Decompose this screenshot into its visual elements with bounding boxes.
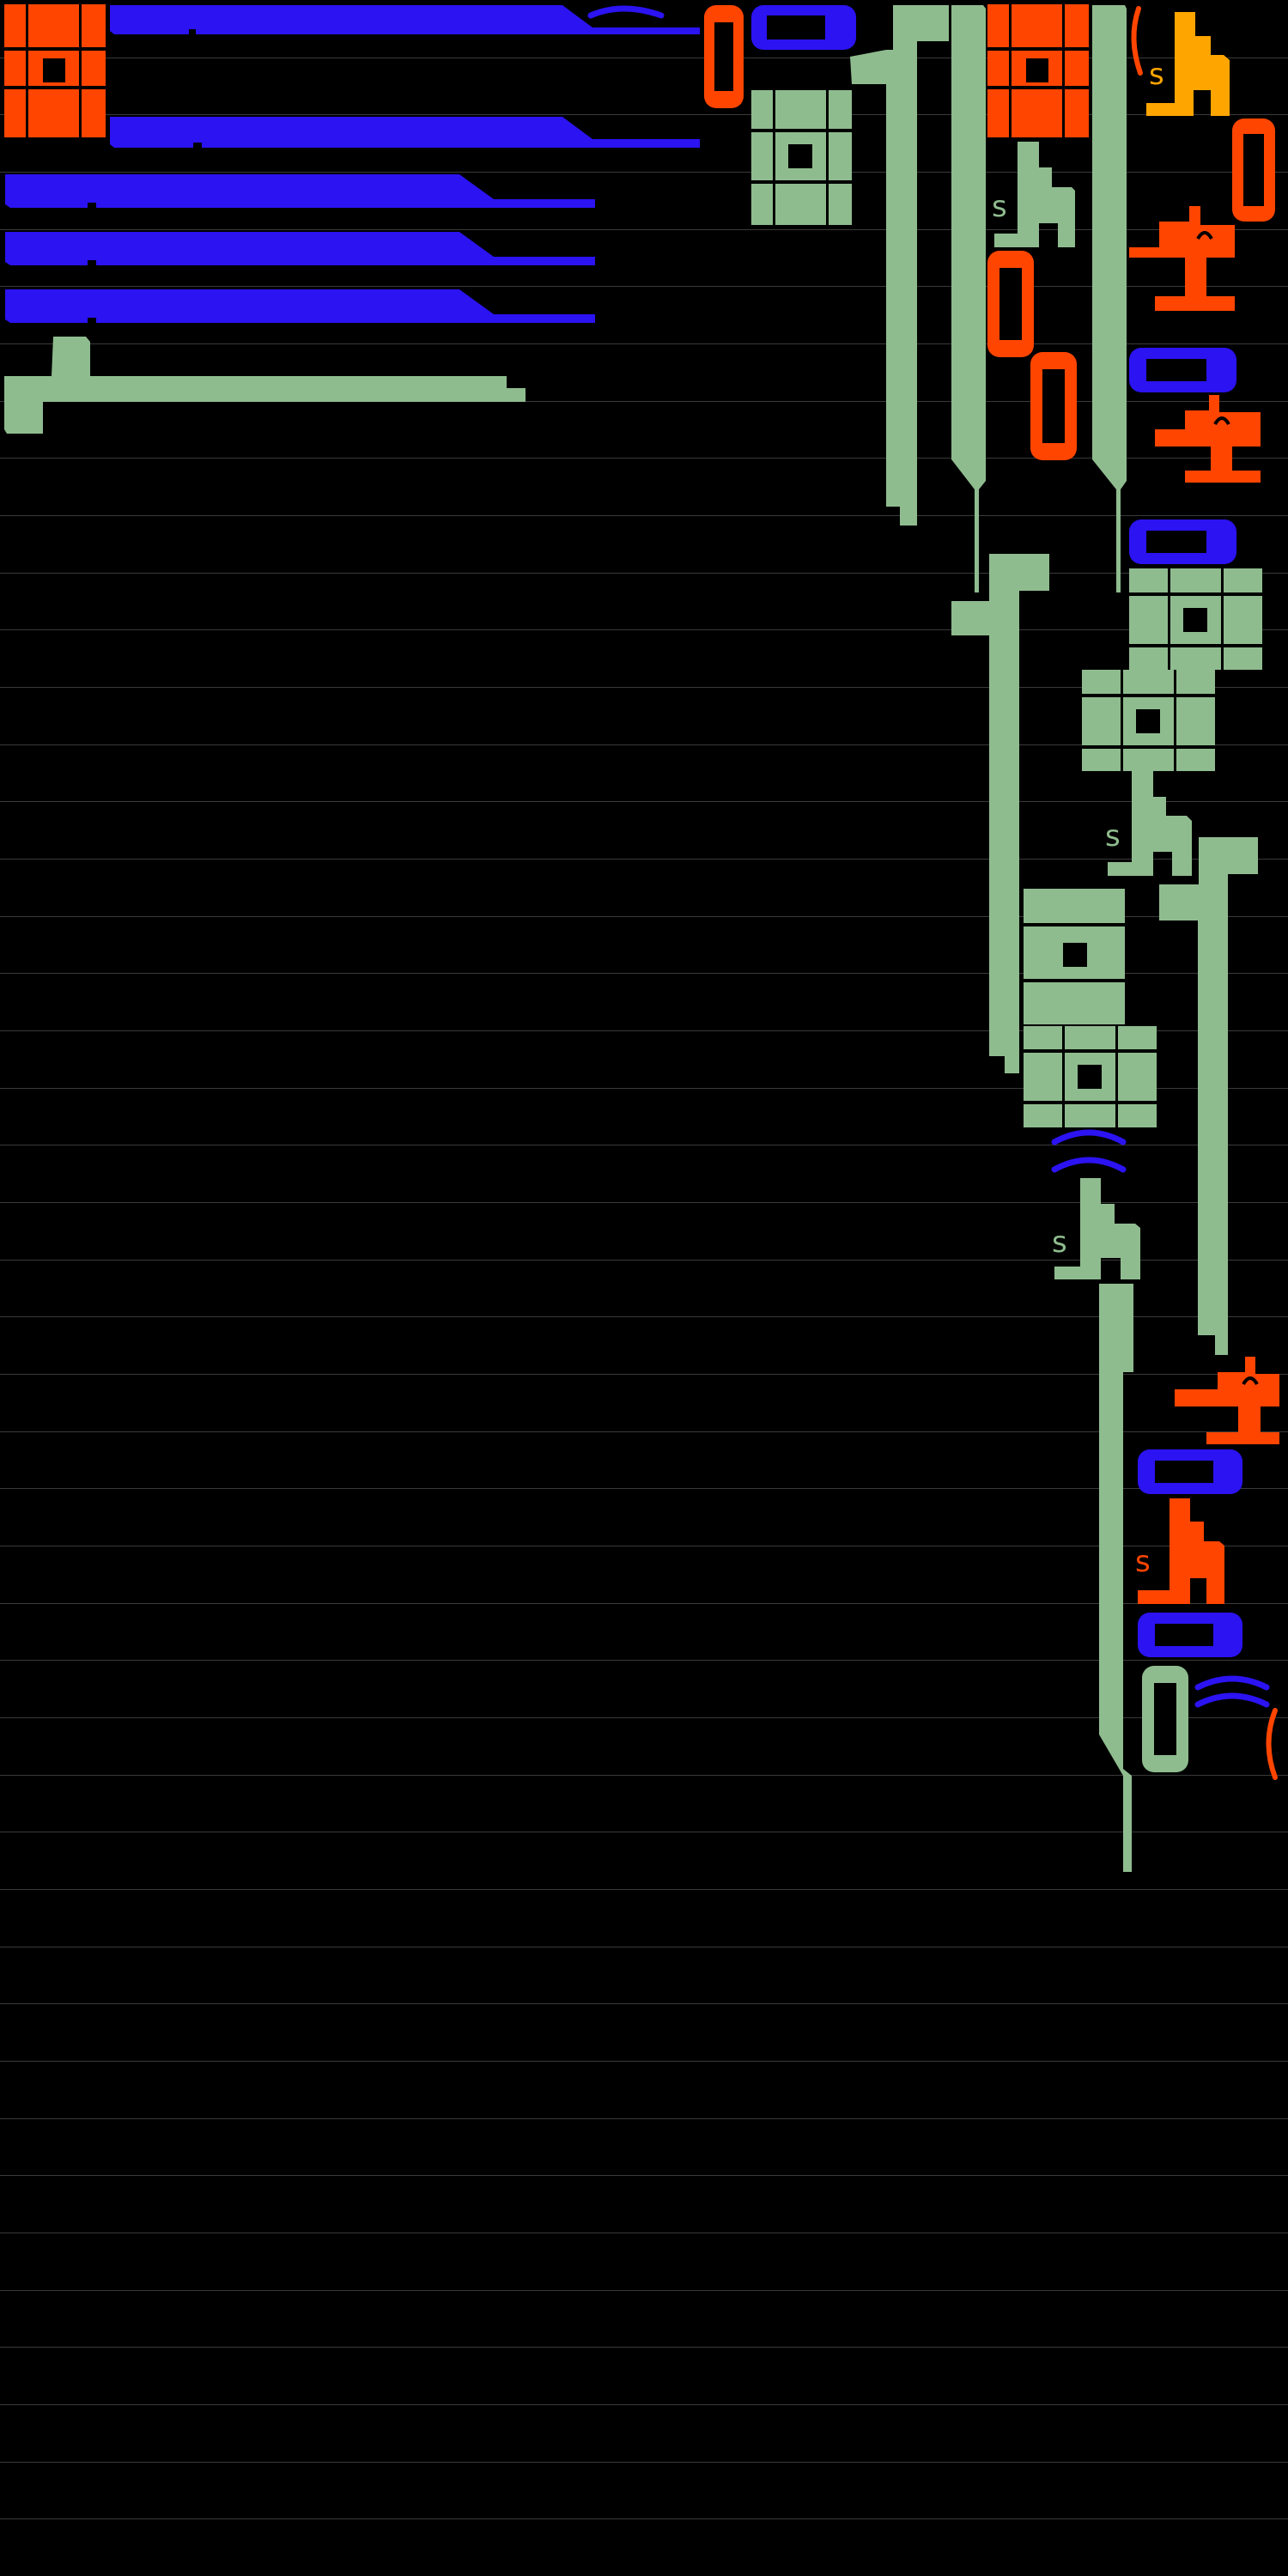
sage-double-square-block-2 [1082, 670, 1215, 771]
blue-horizontal-pill-2 [1129, 519, 1236, 564]
abstract-glyph-canvas: s s s s s [0, 0, 1288, 2576]
blue-horizontal-pill-3 [1138, 1449, 1242, 1494]
sage-vertical-pill-bottom [1142, 1666, 1188, 1772]
red-vertical-pill-top [704, 5, 744, 108]
sage-double-square-block-1 [1129, 568, 1262, 670]
svg-text:s: s [1149, 58, 1164, 92]
svg-text:s: s [1135, 1545, 1151, 1579]
blue-horizontal-pill-4 [1138, 1613, 1242, 1657]
blue-horizontal-pill-1 [1129, 348, 1236, 392]
red-double-square-block [4, 4, 106, 137]
red-vertical-pill-mid-1 [987, 251, 1034, 357]
sage-double-square-block-top [751, 90, 852, 225]
red-vertical-pill-right [1232, 118, 1275, 222]
red-double-square-block-right [987, 4, 1089, 137]
red-vertical-pill-mid-2 [1030, 352, 1077, 460]
svg-text:s: s [992, 190, 1007, 224]
sage-square-block-1 [1024, 889, 1125, 1024]
blue-horizontal-pill-top [751, 5, 856, 50]
svg-text:s: s [1105, 819, 1121, 854]
sage-double-square-block-3 [1024, 1026, 1157, 1127]
svg-text:s: s [1052, 1225, 1067, 1260]
